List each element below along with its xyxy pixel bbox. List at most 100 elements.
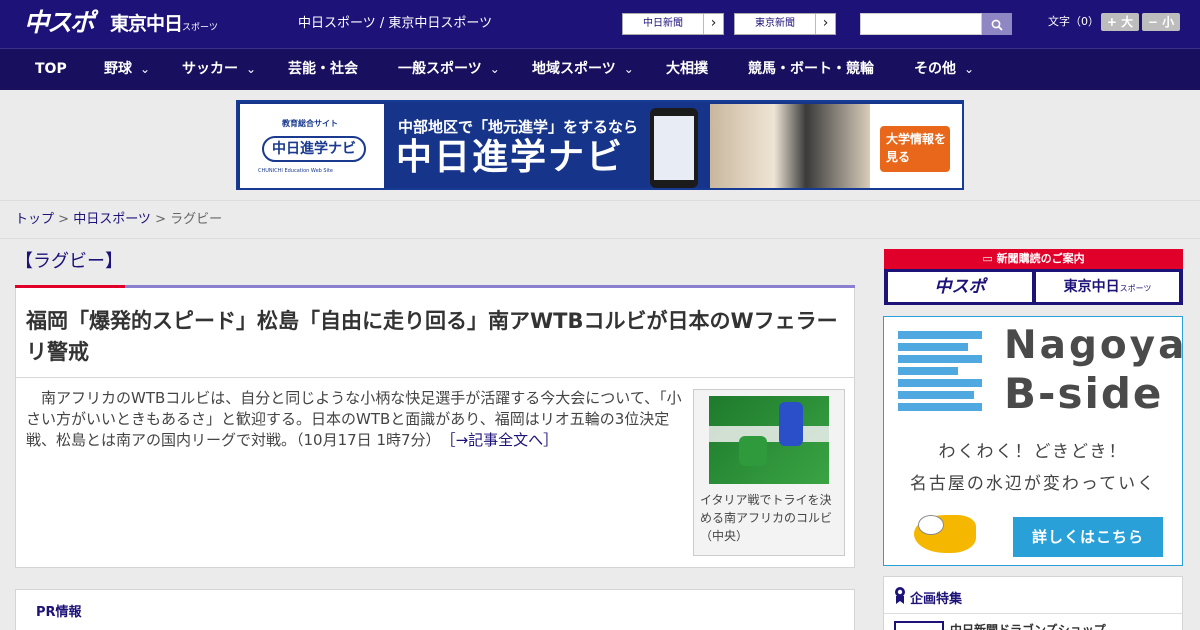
nav-item-local-sports[interactable]: 地域スポーツ ⌄ xyxy=(532,49,634,90)
chevron-right-icon: › xyxy=(815,14,835,34)
nav-item-racing[interactable]: 競馬・ボート・競輪 xyxy=(748,49,874,90)
special-features-title: 企画特集 xyxy=(910,592,963,607)
chevron-down-icon: ⌄ xyxy=(246,62,257,76)
nav-label: 一般スポーツ xyxy=(398,61,482,77)
tokyo-chunichi-logo-text: 東京中日 xyxy=(110,13,183,35)
subscribe-tokyo-button[interactable]: 東京中日スポーツ xyxy=(1036,272,1179,302)
photo-billboard xyxy=(709,426,829,442)
ad-brand-line1: Nagoya xyxy=(1004,323,1188,368)
phone-screen xyxy=(654,116,694,180)
dragons-shop-link[interactable]: 中日新聞ドラゴンズショップ xyxy=(950,621,1106,630)
nav-item-other[interactable]: その他 ⌄ xyxy=(914,49,974,90)
font-larger-button[interactable]: + 大 xyxy=(1101,13,1139,31)
chevron-down-icon: ⌄ xyxy=(140,62,151,76)
students-photo xyxy=(710,104,870,188)
article-body: 南アフリカのWTBコルビは、自分と同じような小柄な快足選手が活躍する今大会につい… xyxy=(26,389,682,449)
nav-label: サッカー xyxy=(182,61,238,77)
photo-caption: イタリア戦でトライを決める南アフリカのコルビ（中央） xyxy=(700,493,833,543)
ribbon-icon xyxy=(894,586,906,608)
magnifier-icon xyxy=(991,19,1003,31)
breadcrumb-separator: > xyxy=(150,212,171,227)
nav-item-sumo[interactable]: 大相撲 xyxy=(666,49,708,90)
banner-headline: 中日進学ナビ xyxy=(396,137,625,178)
nav-label: 大相撲 xyxy=(666,61,708,77)
pr-section: PR情報 xyxy=(15,589,855,630)
subscription-header: ▭ 新聞購読のご案内 xyxy=(884,249,1183,269)
nav-label: 地域スポーツ xyxy=(532,61,616,77)
article-title[interactable]: 福岡「爆発的スピード」松島「自由に走り回る」南アWTBコルビが日本のWフェラーリ… xyxy=(26,306,846,368)
brick-row xyxy=(898,343,968,351)
breadcrumb: トップ > 中日スポーツ > ラグビー xyxy=(0,200,1200,239)
nav-label: TOP xyxy=(35,61,67,77)
tokyo-chunichi-logo[interactable]: 東京中日スポーツ xyxy=(110,10,218,38)
nav-item-soccer[interactable]: サッカー ⌄ xyxy=(182,49,256,90)
search-box xyxy=(860,13,1012,35)
brick-row xyxy=(898,403,982,411)
brick-row xyxy=(898,331,982,339)
subscription-header-text: 新聞購読のご案内 xyxy=(996,252,1085,265)
site-header: 中スポ 東京中日スポーツ 中日スポーツ / 東京中日スポーツ 中日新聞 › 東京… xyxy=(0,0,1200,48)
breadcrumb-top-link[interactable]: トップ xyxy=(15,212,54,227)
article-divider xyxy=(16,377,854,378)
article-card: 福岡「爆発的スピード」松島「自由に走り回る」南アWTBコルビが日本のWフェラーリ… xyxy=(15,288,855,568)
special-features-divider xyxy=(884,613,1182,614)
banner-ad-shingaku-navi[interactable]: 教育総合サイト 中日進学ナビ CHUNICHI Education Web Si… xyxy=(236,100,964,190)
brick-row xyxy=(898,391,974,399)
nav-label: 野球 xyxy=(104,61,132,77)
nav-item-top[interactable]: TOP xyxy=(35,49,67,90)
banner-logo-en: CHUNICHI Education Web Site xyxy=(258,168,334,174)
nav-label: 芸能・社会 xyxy=(288,61,358,77)
nagoya-bside-ad[interactable]: Nagoya B-side わくわく！どきどき！ 名古屋の水辺が変わっていく 詳… xyxy=(883,316,1184,566)
nav-item-baseball[interactable]: 野球 ⌄ xyxy=(104,49,150,90)
banner-small-label: 教育総合サイト xyxy=(282,119,338,128)
ad-brand-line2: B-side xyxy=(1004,369,1164,418)
pr-title: PR情報 xyxy=(36,605,82,620)
banner-logo: 中日進学ナビ xyxy=(262,136,366,162)
site-names: 中日スポーツ / 東京中日スポーツ xyxy=(298,16,493,31)
mascot-face xyxy=(918,515,944,535)
ad-details-button[interactable]: 詳しくはこちら xyxy=(1013,517,1163,557)
special-features-box: 企画特集 中日新聞ドラゴンズショップ xyxy=(883,576,1183,630)
ad-copy-line2: 名古屋の水辺が変わっていく xyxy=(909,474,1157,494)
article-summary: 南アフリカのWTBコルビは、自分と同じような小柄な快足選手が活躍する今大会につい… xyxy=(26,388,686,451)
article-photo[interactable] xyxy=(709,396,829,484)
brick-row xyxy=(898,367,958,375)
tokyo-shimbun-link[interactable]: 東京新聞 › xyxy=(734,13,836,35)
phone-image xyxy=(650,108,698,188)
chevron-down-icon: ⌄ xyxy=(964,62,975,76)
tokyo-chunichi-logo-suffix: スポーツ xyxy=(182,23,218,33)
chevron-down-icon: ⌄ xyxy=(623,62,634,76)
subscribe-tokyo-suffix: スポーツ xyxy=(1119,284,1152,293)
dragons-shop-thumbnail[interactable] xyxy=(894,621,944,630)
newspaper-icon: ▭ xyxy=(982,252,997,265)
brick-row xyxy=(898,379,982,387)
photo-player-blue xyxy=(779,402,803,446)
photo-player-green xyxy=(739,436,767,466)
article-photo-figure: イタリア戦でトライを決める南アフリカのコルビ（中央） xyxy=(693,389,845,556)
banner-logo-panel: 教育総合サイト 中日進学ナビ CHUNICHI Education Web Si… xyxy=(240,104,384,188)
chuspo-logo[interactable]: 中スポ xyxy=(24,8,95,38)
section-title: 【ラグビー】 xyxy=(15,251,123,272)
banner-cta-panel: 大学情報を見る xyxy=(870,104,962,188)
breadcrumb-separator: > xyxy=(54,212,74,227)
breadcrumb-current: ラグビー xyxy=(170,212,223,227)
chunichi-shimbun-link[interactable]: 中日新聞 › xyxy=(622,13,724,35)
nav-item-entertainment[interactable]: 芸能・社会 xyxy=(288,49,358,90)
tokyo-shimbun-label: 東京新聞 xyxy=(755,18,795,29)
ebi-fry-mascot-icon xyxy=(914,515,976,553)
font-size-label: 文字（0） xyxy=(1048,15,1099,28)
breadcrumb-chuspo-link[interactable]: 中日スポーツ xyxy=(73,212,151,227)
search-button[interactable] xyxy=(982,13,1012,35)
read-more-link[interactable]: ［→記事全文へ］ xyxy=(448,431,558,449)
search-input[interactable] xyxy=(860,13,982,35)
nav-label: その他 xyxy=(914,61,956,77)
subscribe-tokyo-text: 東京中日 xyxy=(1063,279,1120,295)
font-smaller-button[interactable]: − 小 xyxy=(1142,13,1180,31)
subscription-box: ▭ 新聞購読のご案内 中スポ 東京中日スポーツ xyxy=(884,249,1183,305)
subscribe-chuspo-button[interactable]: 中スポ xyxy=(888,272,1032,302)
banner-cta-button[interactable]: 大学情報を見る xyxy=(880,126,950,172)
nav-item-general-sports[interactable]: 一般スポーツ ⌄ xyxy=(398,49,500,90)
brick-row xyxy=(898,355,982,363)
banner-tagline: 中部地区で「地元進学」をするなら xyxy=(398,118,639,136)
chevron-right-icon: › xyxy=(703,14,723,34)
